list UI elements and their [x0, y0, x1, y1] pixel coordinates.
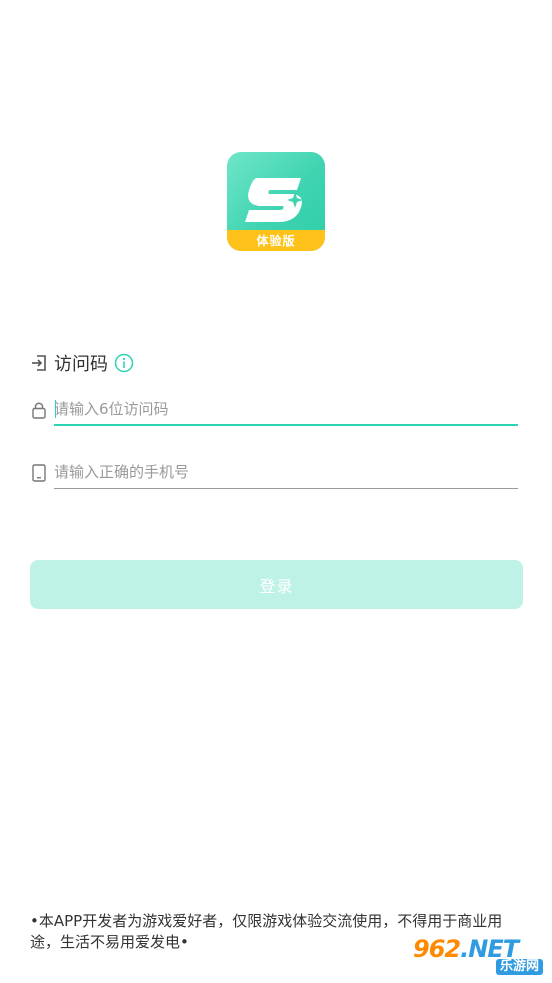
app-logo: 体验版	[227, 152, 325, 251]
phone-icon	[32, 464, 46, 482]
text-caret	[55, 400, 56, 418]
lock-icon	[32, 402, 46, 419]
phone-underline	[54, 488, 518, 489]
logo-badge: 体验版	[227, 230, 325, 251]
access-code-underline	[54, 424, 518, 426]
access-code-section-label: 访问码	[30, 350, 134, 376]
phone-input[interactable]	[54, 457, 518, 487]
access-code-field	[30, 394, 518, 426]
app-logo-s-icon	[245, 178, 303, 222]
watermark-number: 962	[413, 935, 461, 963]
site-watermark: 962.NET 乐游网	[413, 935, 547, 979]
info-circle-icon[interactable]	[114, 353, 134, 373]
access-code-label: 访问码	[54, 354, 108, 375]
watermark-subtitle: 乐游网	[495, 959, 543, 975]
access-code-input[interactable]	[54, 394, 518, 424]
phone-field	[30, 457, 518, 489]
login-button[interactable]: 登录	[30, 560, 523, 609]
login-arrow-icon	[32, 355, 46, 371]
